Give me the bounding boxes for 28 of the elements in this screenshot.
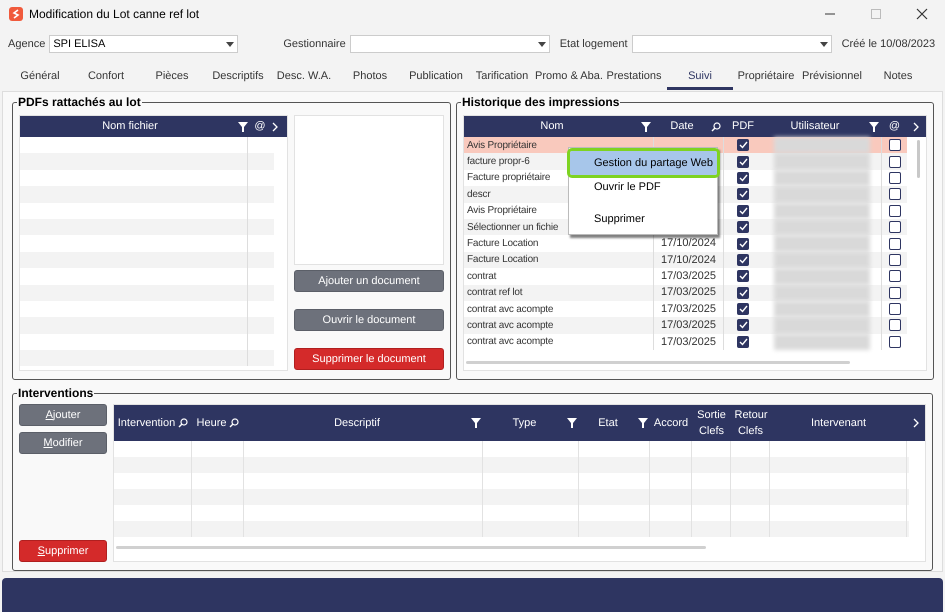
- window-title: Modification du Lot canne ref lot: [29, 6, 200, 23]
- table-cell-text: contrat: [467, 270, 496, 284]
- table-cell-text: Avis Propriétaire: [467, 204, 537, 218]
- table-cell-text: 17/03/2025: [660, 269, 716, 284]
- table-cell-text: contrat avc acompte: [467, 302, 554, 317]
- table-cell-text: descr: [467, 188, 490, 202]
- field-label: Etat logement: [560, 36, 628, 52]
- table-cell-text: contrat avc acompte: [467, 335, 554, 350]
- group-title: Historique des impressions: [461, 95, 620, 109]
- table-cell-text: 17/03/2025: [660, 302, 716, 317]
- table-cell-text: Sélectionner un fichie: [467, 220, 558, 235]
- table-cell-text: 17/03/2025: [660, 318, 716, 334]
- created-date: Créé le 10/08/2023: [842, 36, 936, 52]
- table-cell-text: contrat ref lot: [467, 286, 522, 300]
- table-cell-text: 17/03/2025: [660, 285, 716, 300]
- table-cell-text: Facture Location: [467, 237, 538, 252]
- table-cell-text: facture propr-6: [467, 155, 530, 170]
- group-title: Interventions: [17, 386, 94, 400]
- table-cell-text: Facture propriétaire: [467, 171, 550, 186]
- field-label: Agence: [8, 36, 46, 52]
- table-cell-text: Avis Propriétaire: [467, 138, 537, 153]
- table-cell-text: contrat avc acompte: [467, 318, 554, 333]
- group-title: PDFs rattachés au lot: [17, 95, 142, 109]
- table-cell-text: 17/03/2025: [660, 334, 716, 350]
- table-cell-text: 17/10/2024: [660, 252, 716, 268]
- table-cell-text: Facture Location: [467, 253, 538, 268]
- field-label: Gestionnaire: [283, 36, 346, 52]
- table-cell-text: 17/10/2024: [660, 236, 716, 252]
